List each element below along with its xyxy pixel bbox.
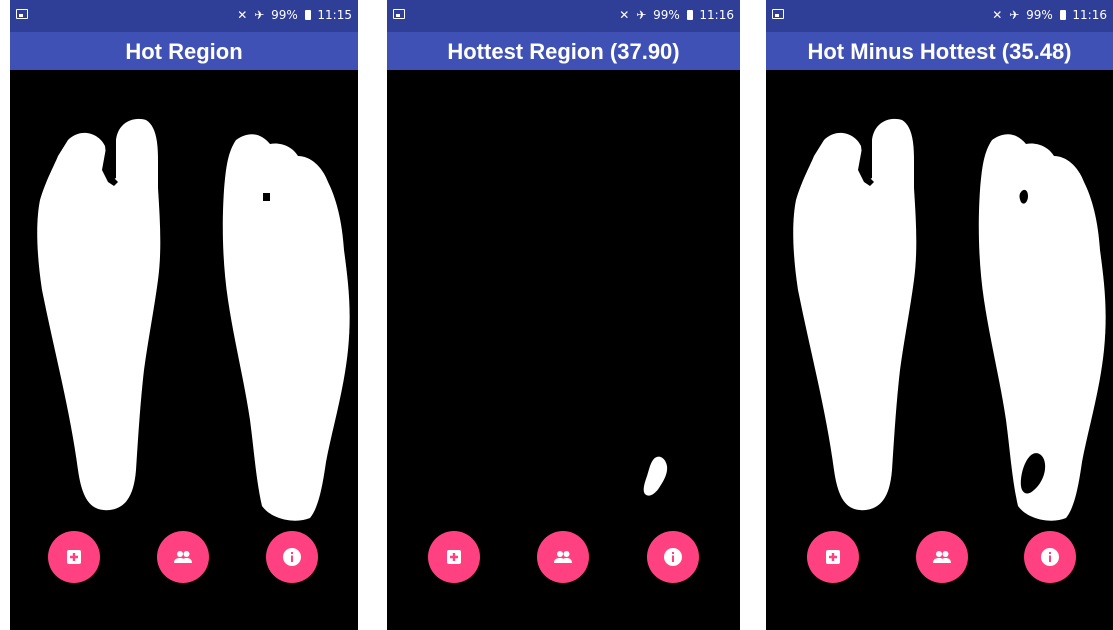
people-button[interactable] <box>537 531 589 583</box>
status-bar: ✕ ✈ 99% 11:16 <box>387 0 740 32</box>
people-icon <box>554 551 572 563</box>
people-icon <box>933 551 951 563</box>
info-icon <box>1041 548 1059 566</box>
airplane-icon: ✈ <box>1009 8 1020 22</box>
page-title: Hot Region <box>125 39 243 64</box>
battery-icon <box>304 10 311 20</box>
info-button[interactable] <box>1024 531 1076 583</box>
image-notification-icon <box>393 9 405 19</box>
status-bar: ✕ ✈ 99% 11:16 <box>766 0 1113 32</box>
app-bar: Hottest Region (37.90) <box>387 32 740 70</box>
people-button[interactable] <box>157 531 209 583</box>
left-foot-region <box>793 118 917 511</box>
page-title: Hottest Region (37.90) <box>447 39 680 64</box>
battery-icon <box>686 10 693 20</box>
battery-percent: 99% <box>1026 8 1053 22</box>
status-bar: ✕ ✈ 99% 11:15 <box>10 0 358 32</box>
battery-percent: 99% <box>653 8 680 22</box>
airplane-icon: ✈ <box>254 8 265 22</box>
info-button[interactable] <box>647 531 699 583</box>
screen-hot-region: ✕ ✈ 99% 11:15 Hot Region <box>10 0 358 630</box>
status-right: ✕ ✈ 99% 11:16 <box>989 8 1107 22</box>
foot-mask-canvas <box>793 118 1106 521</box>
app-bar: Hot Region <box>10 32 358 70</box>
right-foot-region <box>222 134 350 521</box>
mute-icon: ✕ <box>619 8 630 22</box>
people-icon <box>174 551 192 563</box>
info-icon <box>283 548 301 566</box>
clock: 11:15 <box>317 8 352 22</box>
page-title: Hot Minus Hottest (35.48) <box>807 39 1072 64</box>
image-notification-icon <box>16 9 28 19</box>
people-button[interactable] <box>916 531 968 583</box>
add-box-icon <box>826 550 840 564</box>
add-box-icon <box>67 550 81 564</box>
info-button[interactable] <box>266 531 318 583</box>
hottest-spot-region <box>643 456 668 496</box>
mute-icon: ✕ <box>237 8 248 22</box>
add-button[interactable] <box>807 531 859 583</box>
clock: 11:16 <box>1072 8 1107 22</box>
right-foot-hole <box>263 193 270 201</box>
screen-hot-minus-hottest: ✕ ✈ 99% 11:16 Hot Minus Hottest (35.48) <box>766 0 1113 630</box>
clock: 11:16 <box>699 8 734 22</box>
info-icon <box>664 548 682 566</box>
add-button[interactable] <box>48 531 100 583</box>
battery-percent: 99% <box>271 8 298 22</box>
add-button[interactable] <box>428 531 480 583</box>
status-right: ✕ ✈ 99% 11:15 <box>234 8 352 22</box>
left-foot-region <box>37 118 161 511</box>
battery-icon <box>1059 10 1066 20</box>
foot-mask-canvas <box>37 118 350 521</box>
status-right: ✕ ✈ 99% 11:16 <box>616 8 734 22</box>
image-notification-icon <box>772 9 784 19</box>
screen-hottest-region: ✕ ✈ 99% 11:16 Hottest Region (37.90) <box>387 0 740 630</box>
mute-icon: ✕ <box>992 8 1003 22</box>
foot-mask-canvas <box>643 456 668 496</box>
airplane-icon: ✈ <box>636 8 647 22</box>
add-box-icon <box>447 550 461 564</box>
app-bar: Hot Minus Hottest (35.48) <box>766 32 1113 70</box>
